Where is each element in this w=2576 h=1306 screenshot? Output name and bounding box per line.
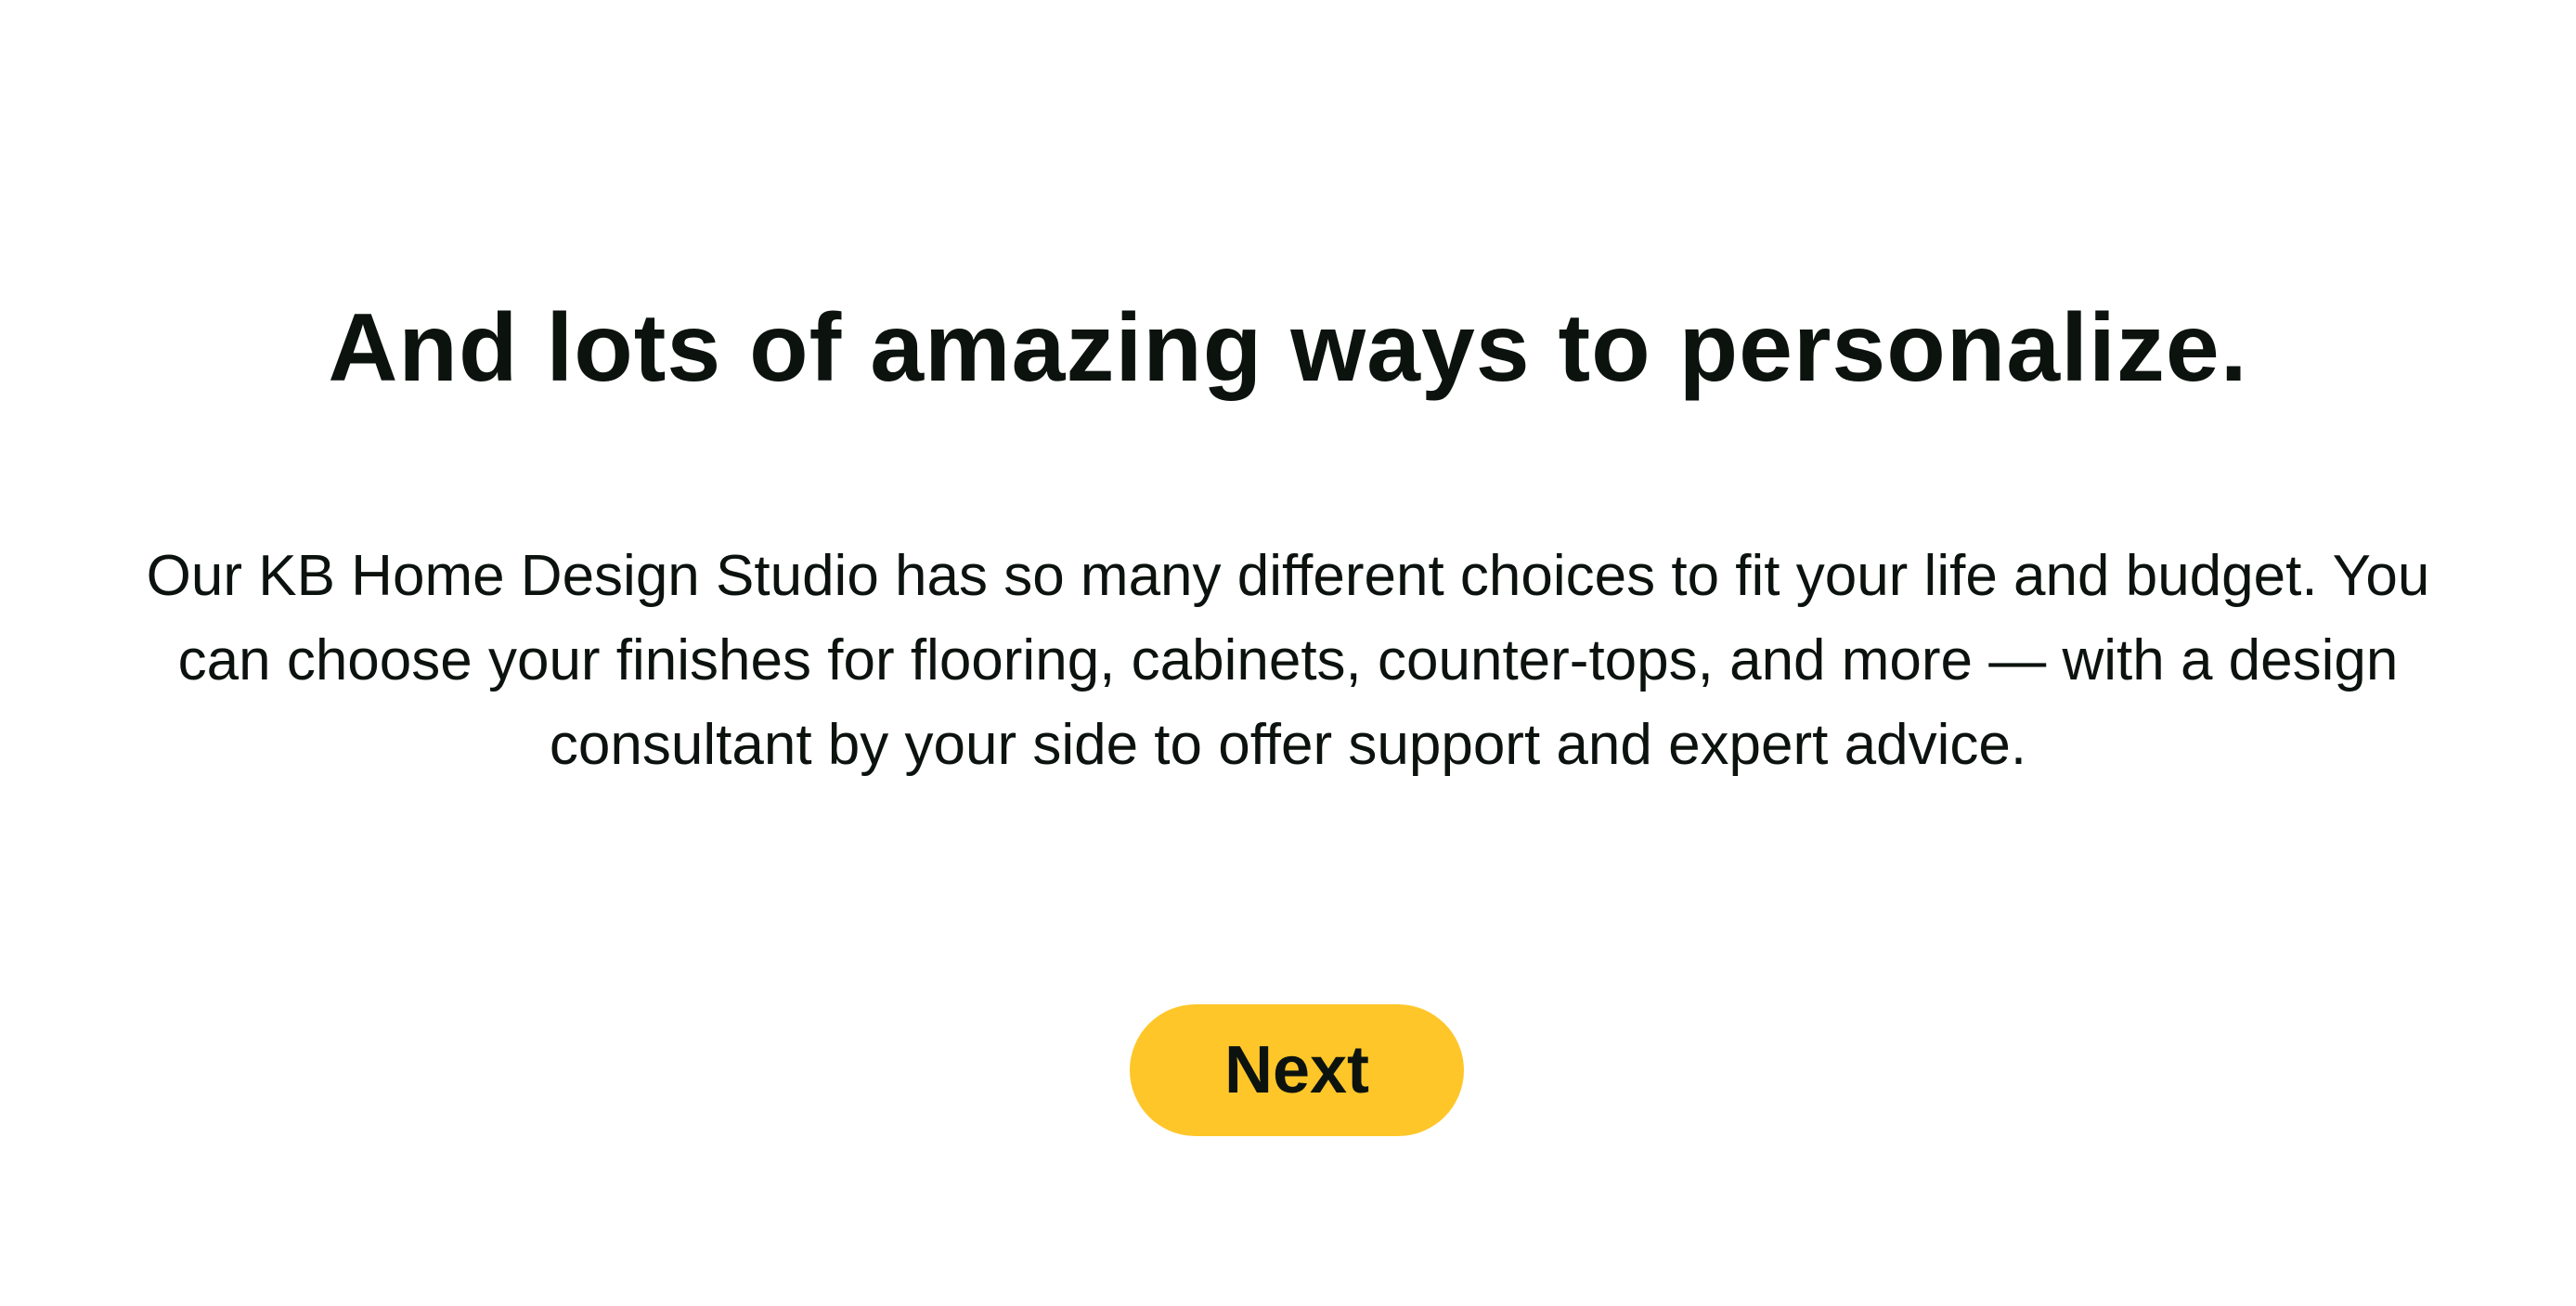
- page-title: And lots of amazing ways to personalize.: [328, 294, 2248, 402]
- description-text: Our KB Home Design Studio has so many di…: [146, 544, 2430, 777]
- next-button[interactable]: Next: [1130, 1004, 1464, 1136]
